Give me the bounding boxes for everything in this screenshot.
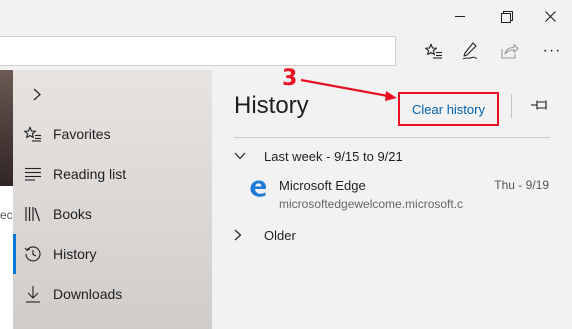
history-icon bbox=[13, 234, 53, 274]
entry-date: Thu - 9/19 bbox=[494, 178, 549, 192]
address-bar[interactable] bbox=[0, 36, 396, 66]
page-image bbox=[0, 70, 13, 186]
pin-pane-button[interactable] bbox=[528, 95, 552, 115]
page-title: History bbox=[234, 92, 309, 119]
restore-button[interactable] bbox=[486, 0, 526, 32]
step-number: 3 bbox=[282, 66, 298, 91]
share-icon bbox=[501, 43, 519, 59]
minimize-button[interactable] bbox=[440, 0, 480, 32]
sidebar-item-downloads[interactable]: Downloads bbox=[13, 274, 212, 314]
share-button[interactable] bbox=[494, 36, 526, 66]
sidebar-item-label: Favorites bbox=[53, 126, 111, 142]
chevron-down-icon bbox=[234, 146, 264, 166]
sidebar-item-label: Downloads bbox=[53, 286, 123, 302]
more-button[interactable]: ··· bbox=[536, 36, 568, 66]
page-text: ec bbox=[0, 208, 13, 222]
clear-history-button[interactable]: Clear history bbox=[398, 92, 499, 126]
sidebar-item-reading-list[interactable]: Reading list bbox=[13, 154, 212, 194]
chevron-right-icon bbox=[33, 88, 41, 100]
group-label: Older bbox=[264, 227, 296, 243]
history-group-last-week[interactable]: Last week - 9/15 to 9/21 bbox=[234, 146, 403, 166]
divider bbox=[234, 137, 550, 138]
favorites-bar-button[interactable] bbox=[418, 36, 450, 66]
title-bar bbox=[0, 0, 572, 32]
star-list-icon bbox=[425, 43, 442, 59]
sidebar-item-label: History bbox=[53, 246, 97, 262]
download-icon bbox=[13, 274, 53, 314]
browser-toolbar: ··· bbox=[0, 32, 572, 70]
books-icon bbox=[13, 194, 53, 234]
chevron-right-icon bbox=[234, 225, 264, 245]
page-content: ec bbox=[0, 70, 13, 329]
sidebar-item-favorites[interactable]: Favorites bbox=[13, 114, 212, 154]
minimize-icon bbox=[455, 15, 465, 17]
pin-icon bbox=[531, 100, 547, 110]
entry-title: Microsoft Edge bbox=[279, 178, 366, 193]
restore-icon bbox=[501, 11, 513, 23]
group-label: Last week - 9/15 to 9/21 bbox=[264, 148, 403, 164]
edge-icon bbox=[250, 180, 266, 197]
hub-expand-button[interactable] bbox=[27, 84, 47, 104]
sidebar-item-books[interactable]: Books bbox=[13, 194, 212, 234]
sidebar-item-label: Reading list bbox=[53, 166, 127, 182]
close-button[interactable] bbox=[530, 0, 570, 32]
history-pane: History Clear history Last week - 9/15 t… bbox=[212, 70, 572, 329]
pen-icon bbox=[462, 42, 478, 60]
active-indicator bbox=[13, 234, 16, 274]
web-note-button[interactable] bbox=[454, 36, 486, 66]
star-list-icon bbox=[13, 114, 53, 154]
history-entry[interactable]: Microsoft Edge Thu - 9/19 microsoftedgew… bbox=[248, 176, 552, 216]
divider bbox=[511, 94, 512, 118]
entry-url: microsoftedgewelcome.microsoft.c bbox=[279, 197, 464, 211]
sidebar-item-label: Books bbox=[53, 206, 92, 222]
hub-sidebar: Favorites Reading list Books History Dow… bbox=[13, 70, 212, 329]
reading-list-icon bbox=[13, 154, 53, 194]
sidebar-item-history[interactable]: History bbox=[13, 234, 212, 274]
more-icon: ··· bbox=[542, 42, 562, 59]
close-icon bbox=[544, 10, 556, 22]
history-group-older[interactable]: Older bbox=[234, 225, 296, 245]
